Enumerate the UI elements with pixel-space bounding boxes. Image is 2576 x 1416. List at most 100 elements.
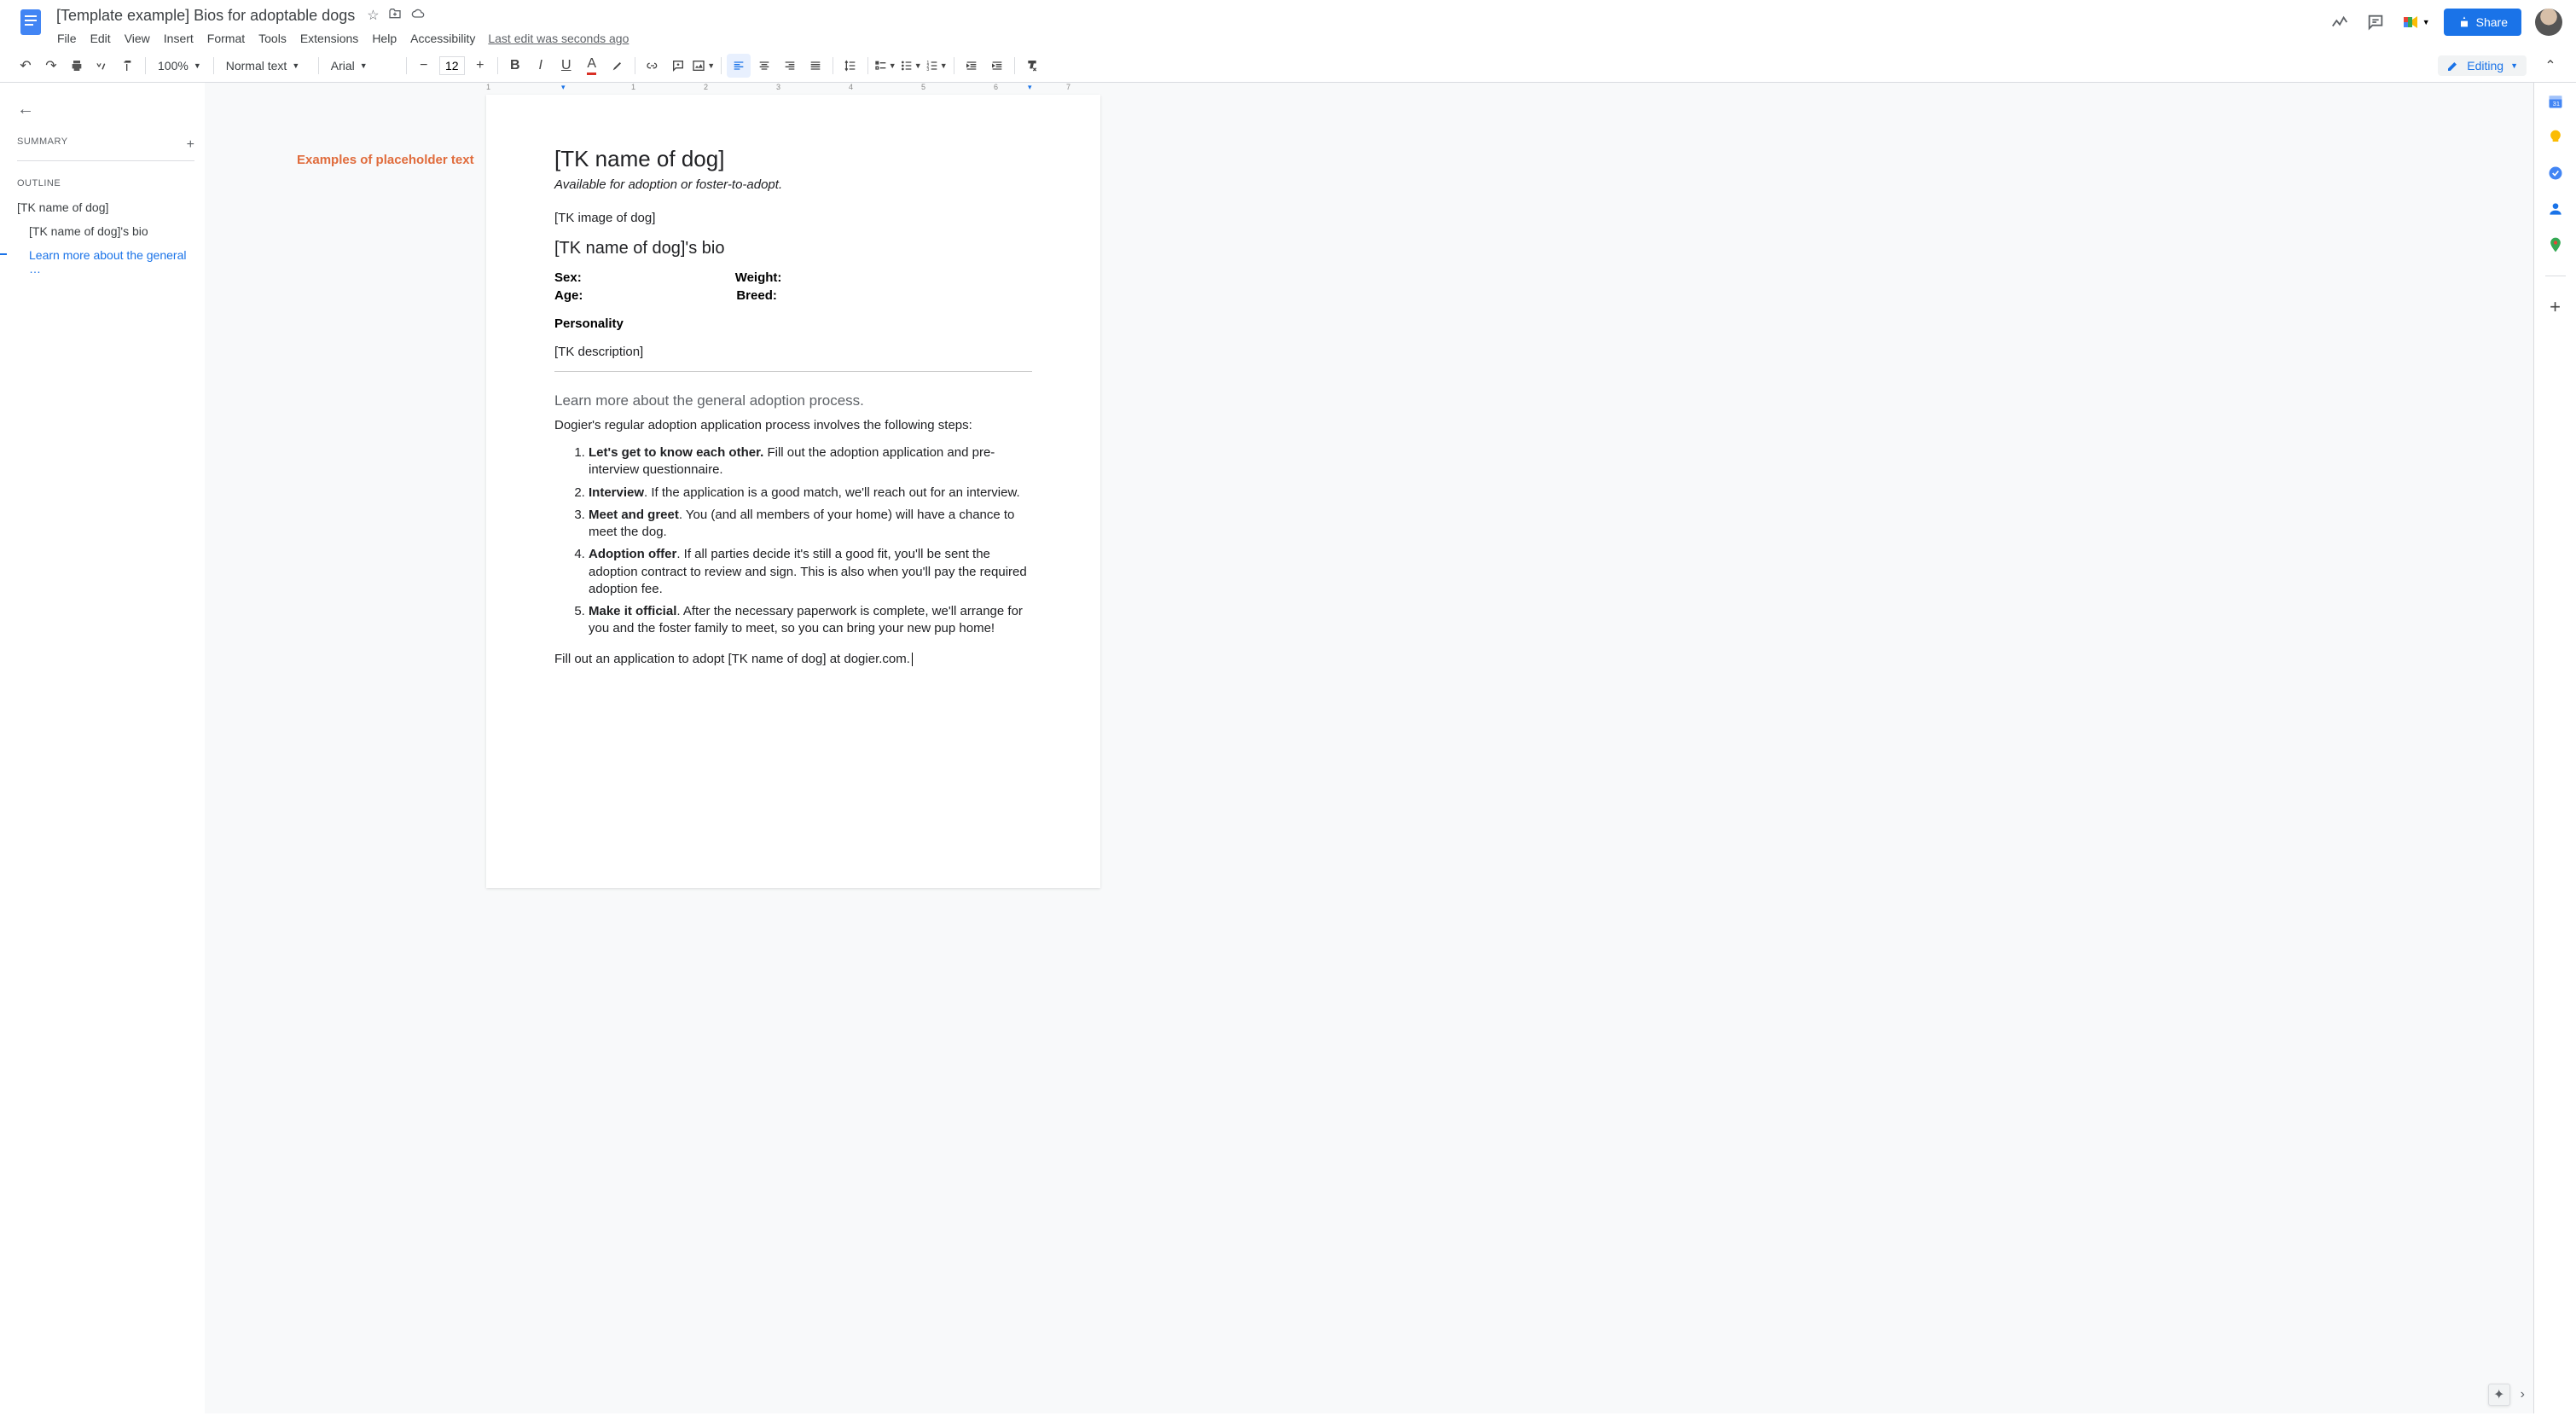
chevron-down-icon: ▼ — [2422, 18, 2430, 26]
editing-mode-dropdown[interactable]: Editing ▼ — [2438, 55, 2527, 76]
bold-icon[interactable]: B — [503, 54, 527, 78]
font-dropdown[interactable]: Arial▼ — [324, 55, 401, 76]
menu-tools[interactable]: Tools — [252, 28, 293, 49]
svg-text:31: 31 — [2552, 100, 2559, 107]
horizontal-ruler[interactable]: 1 ▾ 1 2 3 4 5 6 ▾ 7 — [205, 83, 2533, 95]
increase-font-icon[interactable]: + — [468, 54, 492, 78]
paint-format-icon[interactable] — [116, 54, 140, 78]
canvas[interactable]: 1 ▾ 1 2 3 4 5 6 ▾ 7 Examples of placehol… — [205, 83, 2533, 1413]
align-center-icon[interactable] — [752, 54, 776, 78]
doc-steps-list[interactable]: Let's get to know each other. Fill out t… — [554, 444, 1032, 638]
zoom-dropdown[interactable]: 100%▼ — [151, 55, 208, 76]
spellcheck-icon[interactable] — [90, 54, 114, 78]
menu-edit[interactable]: Edit — [84, 28, 117, 49]
menu-accessibility[interactable]: Accessibility — [404, 28, 481, 49]
text-color-icon[interactable]: A — [580, 54, 604, 78]
paragraph-style-dropdown[interactable]: Normal text▼ — [219, 55, 313, 76]
share-button[interactable]: Share — [2444, 9, 2521, 36]
share-label: Share — [2476, 15, 2508, 29]
back-arrow-icon[interactable]: ← — [17, 100, 194, 119]
doc-description[interactable]: [TK description] — [554, 345, 1032, 359]
doc-sex-label[interactable]: Sex: — [554, 270, 582, 285]
activity-icon[interactable] — [2329, 11, 2351, 33]
bullet-list-icon[interactable]: ▼ — [899, 54, 923, 78]
explore-icon[interactable]: ✦ — [2488, 1384, 2510, 1406]
doc-personality-label[interactable]: Personality — [554, 316, 1032, 331]
doc-subtitle[interactable]: Available for adoption or foster-to-adop… — [554, 177, 1032, 192]
document-page[interactable]: [TK name of dog] Available for adoption … — [486, 95, 1100, 888]
list-item: Make it official. After the necessary pa… — [589, 603, 1032, 638]
add-summary-icon[interactable]: + — [187, 137, 194, 153]
undo-icon[interactable]: ↶ — [14, 54, 38, 78]
account-avatar[interactable] — [2535, 9, 2562, 36]
list-item: Adoption offer. If all parties decide it… — [589, 546, 1032, 598]
clear-formatting-icon[interactable] — [1020, 54, 1044, 78]
redo-icon[interactable]: ↷ — [39, 54, 63, 78]
contacts-icon[interactable] — [2547, 200, 2564, 218]
numbered-list-icon[interactable]: 123▼ — [925, 54, 949, 78]
keep-icon[interactable] — [2547, 129, 2564, 146]
increase-indent-icon[interactable] — [985, 54, 1009, 78]
meet-button[interactable]: ▼ — [2400, 12, 2430, 32]
outline-item-learn[interactable]: Learn more about the general … — [17, 243, 194, 281]
side-panel: 31 + — [2533, 83, 2576, 1413]
italic-icon[interactable]: I — [529, 54, 553, 78]
image-icon[interactable]: ▼ — [692, 54, 716, 78]
cloud-status-icon[interactable] — [410, 7, 426, 25]
line-spacing-icon[interactable] — [838, 54, 862, 78]
menu-extensions[interactable]: Extensions — [294, 28, 364, 49]
comment-icon[interactable] — [666, 54, 690, 78]
list-item: Let's get to know each other. Fill out t… — [589, 444, 1032, 479]
star-icon[interactable]: ☆ — [367, 7, 379, 25]
toolbar: ↶ ↷ 100%▼ Normal text▼ Arial▼ − 12 + B I… — [0, 49, 2576, 83]
hide-panel-icon[interactable]: › — [2521, 1387, 2525, 1402]
vertical-ruler[interactable] — [205, 95, 217, 1413]
menu-format[interactable]: Format — [201, 28, 251, 49]
menu-view[interactable]: View — [119, 28, 156, 49]
menu-file[interactable]: File — [51, 28, 83, 49]
last-edit-link[interactable]: Last edit was seconds ago — [488, 32, 629, 45]
doc-heading-3[interactable]: Learn more about the general adoption pr… — [554, 392, 1032, 409]
maps-icon[interactable] — [2547, 236, 2564, 253]
align-left-icon[interactable] — [727, 54, 751, 78]
highlight-icon[interactable] — [606, 54, 629, 78]
checklist-icon[interactable]: ▼ — [873, 54, 897, 78]
comment-history-icon[interactable] — [2364, 11, 2387, 33]
underline-icon[interactable]: U — [554, 54, 578, 78]
tasks-icon[interactable] — [2547, 165, 2564, 182]
move-icon[interactable] — [388, 7, 402, 25]
menu-bar: File Edit View Insert Format Tools Exten… — [51, 28, 2329, 49]
font-size-input[interactable]: 12 — [439, 56, 465, 75]
summary-label: SUMMARY — [17, 136, 68, 147]
calendar-icon[interactable]: 31 — [2547, 93, 2564, 110]
outline-item-h1[interactable]: [TK name of dog] — [17, 195, 194, 219]
svg-text:3: 3 — [926, 67, 929, 73]
add-on-icon[interactable]: + — [2547, 299, 2564, 316]
collapse-toolbar-icon[interactable]: ⌃ — [2538, 54, 2562, 78]
outline-item-bio[interactable]: [TK name of dog]'s bio — [17, 219, 194, 243]
print-icon[interactable] — [65, 54, 89, 78]
doc-intro[interactable]: Dogier's regular adoption application pr… — [554, 418, 1032, 432]
header: [Template example] Bios for adoptable do… — [0, 0, 2576, 49]
doc-age-label[interactable]: Age: — [554, 288, 583, 303]
doc-outro[interactable]: Fill out an application to adopt [TK nam… — [554, 652, 1032, 666]
docs-logo[interactable] — [14, 5, 48, 39]
doc-heading-1[interactable]: [TK name of dog] — [554, 146, 1032, 172]
menu-help[interactable]: Help — [366, 28, 403, 49]
align-right-icon[interactable] — [778, 54, 802, 78]
list-item: Meet and greet. You (and all members of … — [589, 507, 1032, 542]
decrease-font-icon[interactable]: − — [412, 54, 436, 78]
doc-breed-label[interactable]: Breed: — [736, 288, 777, 303]
annotation-label: Examples of placeholder text — [297, 153, 474, 167]
doc-divider — [554, 371, 1032, 372]
decrease-indent-icon[interactable] — [960, 54, 983, 78]
link-icon[interactable] — [641, 54, 664, 78]
doc-weight-label[interactable]: Weight: — [735, 270, 782, 285]
doc-image-placeholder[interactable]: [TK image of dog] — [554, 211, 1032, 225]
align-justify-icon[interactable] — [804, 54, 827, 78]
document-title[interactable]: [Template example] Bios for adoptable do… — [51, 5, 360, 26]
bottom-controls: ✦ › — [2488, 1384, 2525, 1406]
menu-insert[interactable]: Insert — [158, 28, 200, 49]
list-item: Interview. If the application is a good … — [589, 485, 1032, 502]
doc-heading-2[interactable]: [TK name of dog]'s bio — [554, 239, 1032, 258]
